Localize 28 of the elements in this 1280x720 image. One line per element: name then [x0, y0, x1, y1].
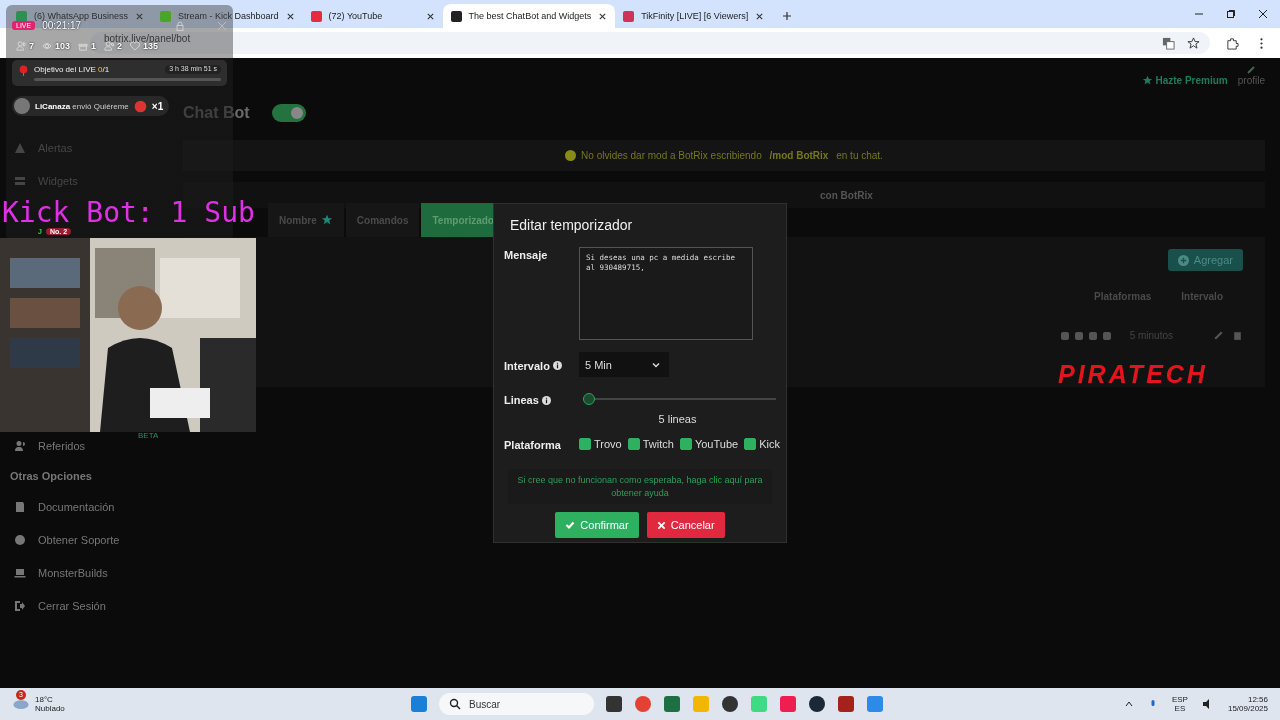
stat-count: 103 — [55, 41, 71, 51]
temperature: 18°C — [35, 695, 54, 704]
stat-count: 2 — [117, 41, 123, 51]
logo-text: PIRATECH — [1058, 360, 1208, 389]
sidebar-label: MonsterBuilds — [38, 566, 108, 579]
sidebar-label: Referidos — [38, 439, 86, 452]
field-label: Lineas — [504, 394, 539, 406]
goal-label: Objetivo del LIVE 0/1 — [34, 65, 110, 74]
gift-count: ×1 — [151, 100, 164, 112]
stat-count: 1 — [91, 41, 97, 51]
section-heading: Otras Opciones — [9, 469, 93, 484]
stream-caption: Kick Bot: 1 Sub — [2, 196, 255, 229]
stat-count: 7 — [29, 41, 34, 51]
weather-condition: Nublado — [35, 704, 65, 713]
notice-text: No olvides dar mod a BotRix escribiendo /mod BotRix en tu chat. — [581, 150, 883, 161]
column-header: Plataformas — [1094, 291, 1152, 302]
notice-text: con BotRix — [820, 189, 873, 201]
field-label: Intervalo — [504, 359, 550, 372]
slider-value: 5 lineas — [658, 413, 697, 425]
sidebar-label: Cerrar Sesión — [38, 599, 106, 612]
sidebar-label: Obtener Soporte — [38, 533, 120, 546]
field-label: Mensaje — [504, 248, 549, 261]
sidebar-label: Documentación — [38, 500, 115, 513]
gift-text: LiCanaza envió Quiéreme — [35, 101, 129, 111]
field-label: Plataforma — [504, 438, 562, 451]
stream-timer: 00:21:17 — [42, 20, 82, 31]
beta-label: BETA — [138, 431, 159, 440]
column-header: Intervalo — [1181, 291, 1223, 302]
